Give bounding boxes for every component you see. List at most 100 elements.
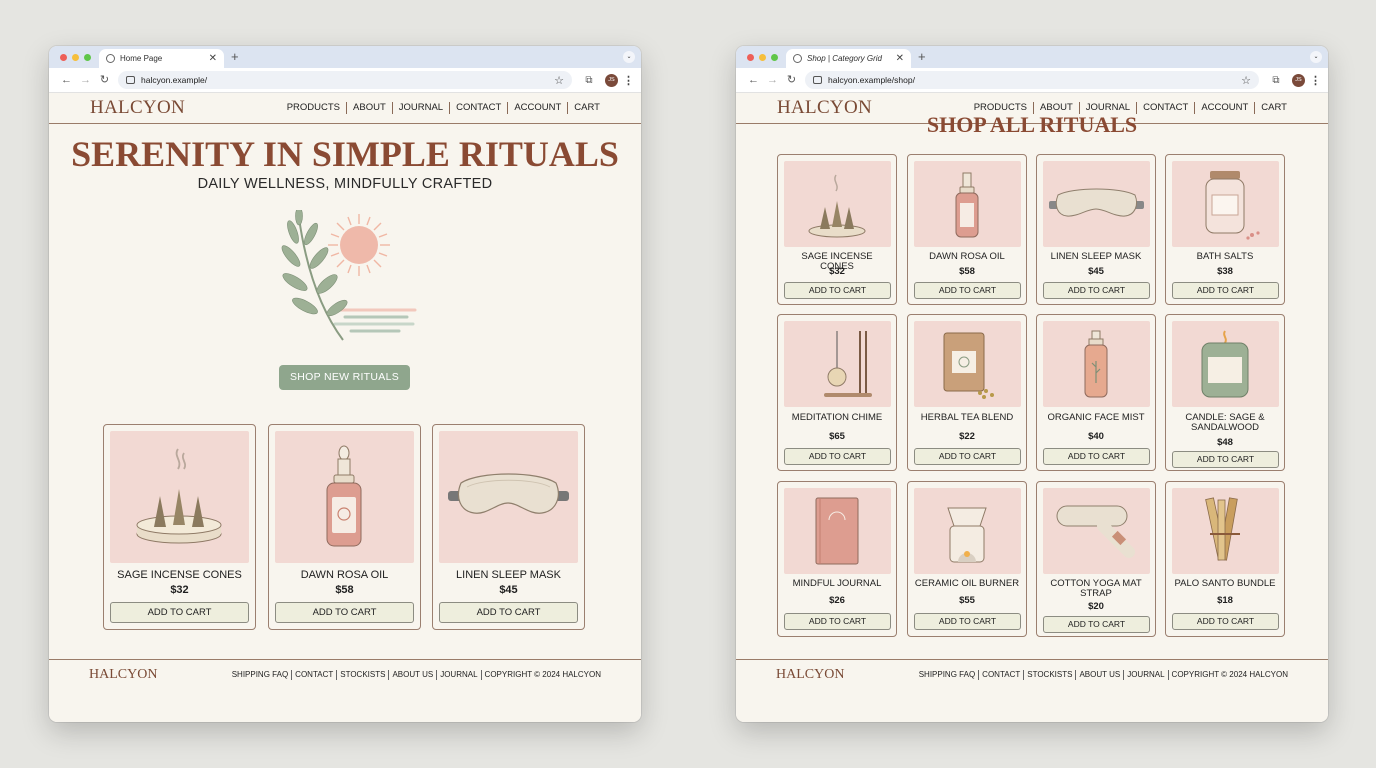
chime-icon[interactable] [784, 321, 891, 407]
extensions-icon[interactable]: ⧉ [578, 75, 600, 86]
add-to-cart-button[interactable]: ADD TO CART [784, 448, 891, 465]
bath-salt-jar-icon[interactable] [1172, 161, 1279, 247]
dropper-bottle-icon[interactable] [275, 431, 414, 563]
oil-burner-icon[interactable] [914, 488, 1021, 574]
bookmark-star-icon[interactable]: ☆ [554, 74, 564, 87]
add-to-cart-button[interactable]: ADD TO CART [1043, 448, 1150, 465]
product-name[interactable]: LINEN SLEEP MASK [1037, 252, 1155, 262]
tab-search-button[interactable]: ⌄ [623, 51, 635, 63]
address-bar[interactable]: halcyon.example/shop/ ☆ [805, 71, 1259, 89]
incense-cones-icon[interactable] [784, 161, 891, 247]
maximize-window-button[interactable] [771, 54, 778, 61]
product-name[interactable]: BATH SALTS [1166, 252, 1284, 262]
add-to-cart-button[interactable]: ADD TO CART [1172, 282, 1279, 299]
footer-link-shipping-faq[interactable]: SHIPPING FAQ [232, 670, 291, 680]
close-window-button[interactable] [747, 54, 754, 61]
add-to-cart-button[interactable]: ADD TO CART [914, 613, 1021, 630]
add-to-cart-button[interactable]: ADD TO CART [914, 448, 1021, 465]
browser-menu-icon[interactable]: ⋮ [623, 74, 634, 87]
palo-santo-icon[interactable] [1172, 488, 1279, 574]
reload-icon[interactable]: ↻ [782, 74, 801, 86]
incense-cones-icon[interactable] [110, 431, 249, 563]
site-logo[interactable]: HALCYON [90, 97, 185, 119]
sleep-mask-icon[interactable] [1043, 161, 1150, 247]
dropper-bottle-icon[interactable] [914, 161, 1021, 247]
add-to-cart-button[interactable]: ADD TO CART [275, 602, 414, 623]
nav-journal[interactable]: JOURNAL [391, 102, 449, 114]
candle-icon[interactable] [1172, 321, 1279, 407]
close-window-button[interactable] [60, 54, 67, 61]
new-tab-button[interactable]: + [231, 49, 239, 65]
product-name[interactable]: MEDITATION CHIME [778, 413, 896, 423]
add-to-cart-button[interactable]: ADD TO CART [439, 602, 578, 623]
product-name[interactable]: PALO SANTO BUNDLE [1166, 579, 1284, 589]
add-to-cart-button[interactable]: ADD TO CART [1172, 451, 1279, 468]
minimize-window-button[interactable] [72, 54, 79, 61]
tab-shop-category-grid[interactable]: Shop | Category Grid ✕ [786, 49, 911, 68]
product-name[interactable]: LINEN SLEEP MASK [433, 569, 584, 581]
new-tab-button[interactable]: + [918, 49, 926, 65]
extensions-icon[interactable]: ⧉ [1265, 75, 1287, 86]
product-name[interactable]: DAWN ROSA OIL [908, 252, 1026, 262]
tea-pouch-icon[interactable] [914, 321, 1021, 407]
footer-link-contact[interactable]: CONTACT [291, 670, 336, 680]
back-arrow-icon[interactable]: ← [744, 74, 763, 86]
product-name[interactable]: ORGANIC FACE MIST [1037, 413, 1155, 423]
tab-home-page[interactable]: Home Page ✕ [99, 49, 224, 68]
tab-search-button[interactable]: ⌄ [1310, 51, 1322, 63]
url-text: halcyon.example/ [141, 75, 208, 85]
product-name[interactable]: CANDLE: SAGE & SANDALWOOD [1166, 413, 1284, 433]
back-arrow-icon[interactable]: ← [57, 74, 76, 86]
product-name[interactable]: DAWN ROSA OIL [269, 569, 420, 581]
sleep-mask-icon[interactable] [439, 431, 578, 563]
yoga-strap-icon[interactable] [1043, 488, 1150, 574]
footer-link-about-us[interactable]: ABOUT US [1075, 670, 1123, 680]
product-name[interactable]: COTTON YOGA MAT STRAP [1037, 579, 1155, 599]
product-name[interactable]: SAGE INCENSE CONES [104, 569, 255, 581]
add-to-cart-button[interactable]: ADD TO CART [1043, 616, 1150, 633]
nav-cart[interactable]: CART [567, 102, 600, 114]
footer-logo[interactable]: HALCYON [89, 667, 157, 683]
site-info-icon[interactable] [813, 76, 822, 84]
browser-menu-icon[interactable]: ⋮ [1310, 74, 1321, 87]
footer-logo[interactable]: HALCYON [776, 667, 844, 683]
footer-link-contact[interactable]: CONTACT [978, 670, 1023, 680]
maximize-window-button[interactable] [84, 54, 91, 61]
add-to-cart-button[interactable]: ADD TO CART [1172, 613, 1279, 630]
minimize-window-button[interactable] [759, 54, 766, 61]
site-info-icon[interactable] [126, 76, 135, 84]
add-to-cart-button[interactable]: ADD TO CART [1043, 282, 1150, 299]
address-bar[interactable]: halcyon.example/ ☆ [118, 71, 572, 89]
shop-new-rituals-button[interactable]: SHOP NEW RITUALS [279, 365, 410, 390]
footer-link-about-us[interactable]: ABOUT US [388, 670, 436, 680]
add-to-cart-button[interactable]: ADD TO CART [784, 282, 891, 299]
footer-link-journal[interactable]: JOURNAL [436, 670, 480, 680]
footer-link-journal[interactable]: JOURNAL [1123, 670, 1167, 680]
product-name[interactable]: HERBAL TEA BLEND [908, 413, 1026, 423]
forward-arrow-icon[interactable]: → [76, 74, 95, 86]
footer-link-shipping-faq[interactable]: SHIPPING FAQ [919, 670, 978, 680]
product-name[interactable]: MINDFUL JOURNAL [778, 579, 896, 589]
bookmark-star-icon[interactable]: ☆ [1241, 74, 1251, 87]
spray-bottle-icon[interactable] [1043, 321, 1150, 407]
nav-contact[interactable]: CONTACT [449, 102, 507, 114]
footer-link-stockists[interactable]: STOCKISTS [336, 670, 388, 680]
product-name[interactable]: CERAMIC OIL BURNER [908, 579, 1026, 589]
forward-arrow-icon[interactable]: → [763, 74, 782, 86]
add-to-cart-button[interactable]: ADD TO CART [110, 602, 249, 623]
journal-book-icon[interactable] [784, 488, 891, 574]
nav-about[interactable]: ABOUT [346, 102, 392, 114]
close-icon[interactable]: ✕ [209, 53, 217, 64]
close-icon[interactable]: ✕ [896, 53, 904, 64]
nav-account[interactable]: ACCOUNT [507, 102, 567, 114]
reload-icon[interactable]: ↻ [95, 74, 114, 86]
add-to-cart-button[interactable]: ADD TO CART [914, 282, 1021, 299]
product-price: $26 [829, 595, 845, 606]
shop-heading: SHOP ALL RITUALS [926, 112, 1138, 137]
profile-avatar[interactable]: JS [605, 73, 618, 87]
footer-link-stockists[interactable]: STOCKISTS [1023, 670, 1075, 680]
nav-products[interactable]: PRODUCTS [287, 102, 346, 114]
product-card: DAWN ROSA OIL $58 ADD TO CART [268, 424, 421, 630]
add-to-cart-button[interactable]: ADD TO CART [784, 613, 891, 630]
profile-avatar[interactable]: JS [1292, 73, 1305, 87]
